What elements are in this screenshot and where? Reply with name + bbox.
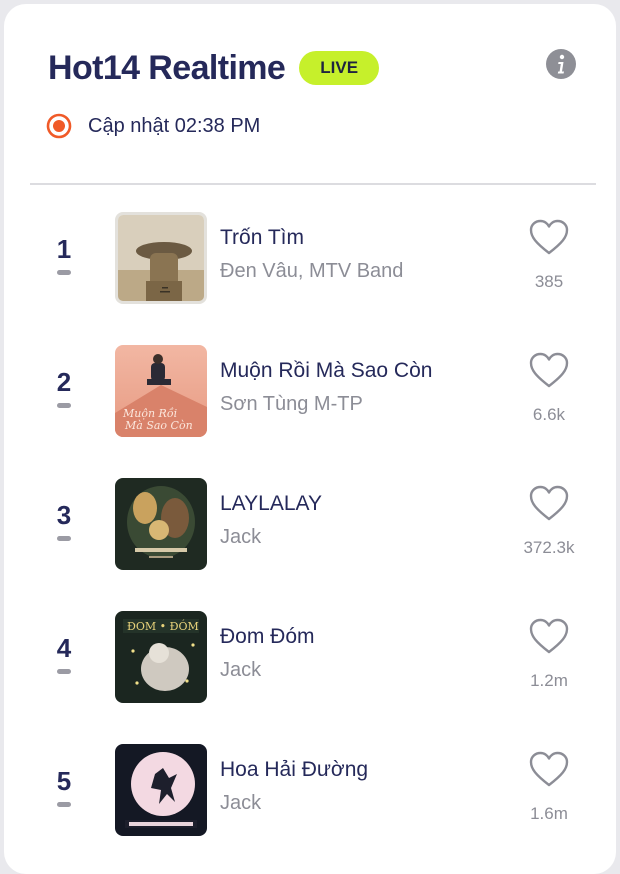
update-status: Cập nhật 02:38 PM <box>46 110 260 142</box>
like-count: 372.3k <box>523 538 575 557</box>
rank-change-indicator <box>57 270 71 275</box>
album-cover[interactable]: ĐOM • ĐÓM <box>115 611 207 703</box>
svg-text:ĐOM • ĐÓM: ĐOM • ĐÓM <box>127 619 199 633</box>
heart-icon[interactable] <box>528 750 570 788</box>
song-artist[interactable]: Sơn Tùng M-TP <box>220 393 363 416</box>
song-title[interactable]: Trốn Tìm <box>220 226 304 250</box>
song-title[interactable]: Muộn Rồi Mà Sao Còn <box>220 359 432 383</box>
heart-icon[interactable] <box>528 617 570 655</box>
heart-icon[interactable] <box>528 351 570 389</box>
heart-icon[interactable] <box>528 218 570 256</box>
track-row[interactable]: 4 ĐOM • ĐÓM Đom Đóm Jack 1.2m <box>4 607 616 703</box>
song-title[interactable]: LAYLALAY <box>220 492 322 516</box>
rank-number: 1 <box>56 234 72 264</box>
song-title[interactable]: Đom Đóm <box>220 625 315 649</box>
hot14-realtime-card: Hot14 Realtime LIVE Cập nhật 02:38 PM 1 <box>4 4 616 874</box>
track-row[interactable]: 1 Trốn Tìm Đen Vâu, MTV Band 385 <box>4 208 616 304</box>
song-title[interactable]: Hoa Hải Đường <box>220 758 368 782</box>
like-count: 1.6m <box>530 804 568 823</box>
page-title: Hot14 Realtime <box>48 48 286 87</box>
rank-change-indicator <box>57 536 71 541</box>
album-cover[interactable] <box>115 744 207 836</box>
rank-change-indicator <box>57 802 71 807</box>
track-row[interactable]: 3 LAYLALAY Jack 372.3k <box>4 474 616 570</box>
album-cover[interactable]: Muộn Rồi Mà Sao Còn <box>115 345 207 437</box>
info-icon[interactable] <box>545 48 577 80</box>
heart-icon[interactable] <box>528 484 570 522</box>
rank-number: 4 <box>56 633 72 663</box>
rank-change-indicator <box>57 669 71 674</box>
like-count: 6.6k <box>532 405 566 424</box>
song-artist[interactable]: Đen Vâu, MTV Band <box>220 260 403 283</box>
like-count: 1.2m <box>530 671 568 690</box>
song-artist[interactable]: Jack <box>220 526 261 549</box>
song-artist[interactable]: Jack <box>220 659 261 682</box>
live-badge: LIVE <box>299 51 380 85</box>
track-row[interactable]: 5 Hoa Hải Đường Jack 1.6m <box>4 740 616 836</box>
record-icon <box>46 113 72 139</box>
album-cover[interactable] <box>115 478 207 570</box>
album-cover[interactable] <box>115 212 207 304</box>
header: Hot14 Realtime LIVE <box>48 44 380 92</box>
rank-number: 2 <box>56 367 72 397</box>
song-artist[interactable]: Jack <box>220 792 261 815</box>
divider <box>30 183 596 185</box>
like-count: 385 <box>534 272 564 291</box>
rank-number: 5 <box>56 766 72 796</box>
rank-number: 3 <box>56 500 72 530</box>
svg-text:Mà Sao Còn: Mà Sao Còn <box>124 419 193 432</box>
update-time: Cập nhật 02:38 PM <box>88 114 261 137</box>
track-row[interactable]: 2 Muộn Rồi Mà Sao Còn Muộn Rồi Mà Sao Cò <box>4 341 616 437</box>
rank-change-indicator <box>57 403 71 408</box>
